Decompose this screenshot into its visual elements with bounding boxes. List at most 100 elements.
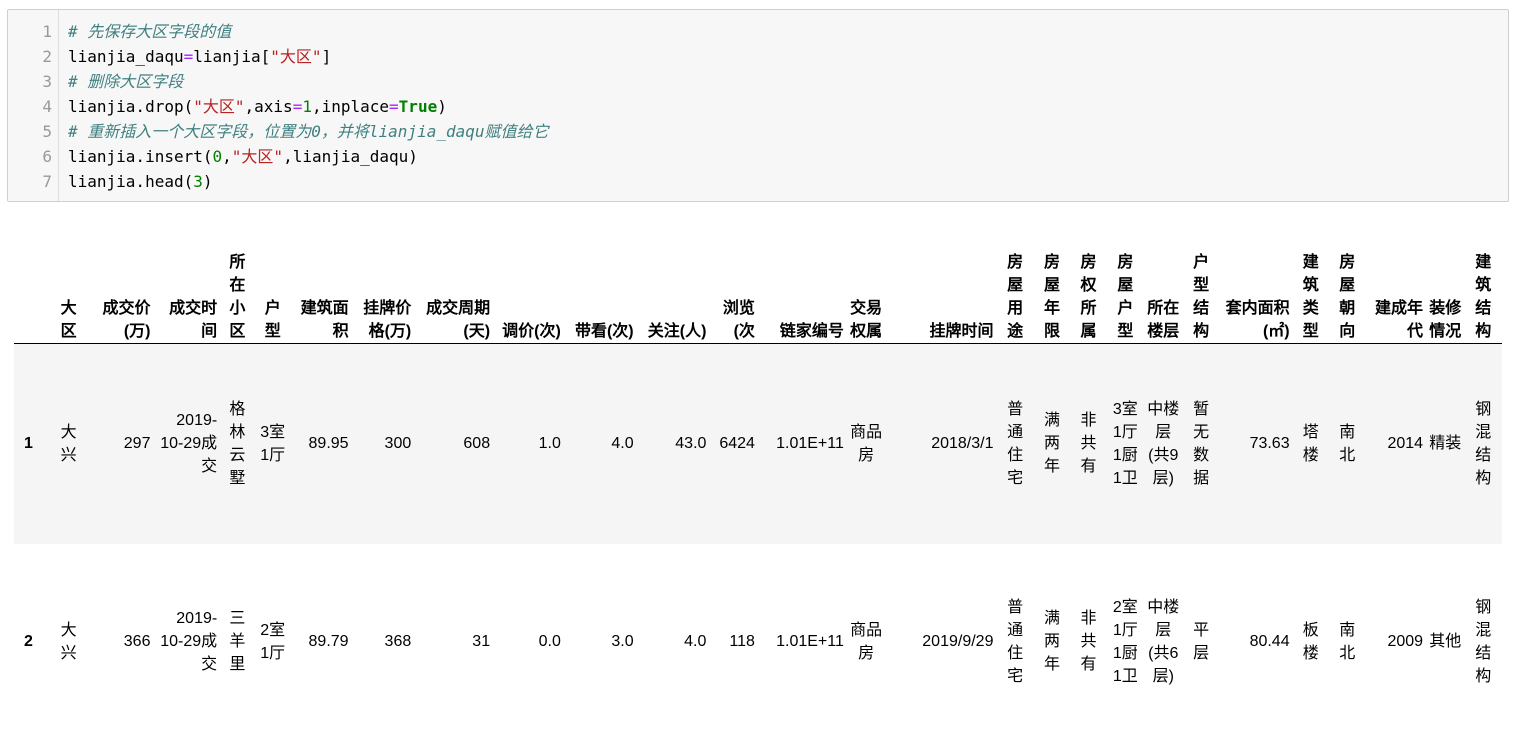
- table-cell: 板楼: [1302, 621, 1319, 662]
- table-cell: 塔楼: [1302, 423, 1319, 464]
- table-cell: 80.44: [1249, 633, 1290, 650]
- code-operator: =: [389, 97, 399, 116]
- column-header: 房屋户型: [1106, 236, 1145, 344]
- column-header: 房屋朝向: [1329, 236, 1366, 344]
- table-cell: 4.0: [611, 435, 634, 453]
- table-cell: 平层: [1193, 621, 1210, 662]
- column-header: 挂牌时间: [885, 236, 997, 344]
- column-header: 大区: [50, 236, 87, 344]
- column-header: 带看(次): [563, 236, 637, 344]
- line-number: 5: [42, 122, 52, 141]
- table-cell: 格林云墅: [229, 400, 246, 487]
- column-header: 户型结构: [1182, 236, 1220, 344]
- code-line-4[interactable]: lianjia.drop("大区",axis=1,inplace=True): [68, 94, 447, 119]
- table-cell: 2009: [1387, 633, 1424, 650]
- dataframe-table: 大区 成交价(万) 成交时间 所在小区 户型 建筑面积 挂牌价格(万) 成交周期…: [14, 236, 1502, 740]
- column-header: 套内面积(㎡): [1219, 236, 1293, 344]
- column-header: 房屋用途: [996, 236, 1034, 344]
- code-token: ): [437, 97, 447, 116]
- column-header: 成交周期(天): [414, 236, 494, 344]
- table-cell: 368: [384, 633, 412, 650]
- table-cell: 297: [123, 435, 151, 453]
- table-cell: 2019/9/29: [922, 633, 994, 650]
- table-cell: 中楼层(共6层): [1147, 598, 1180, 685]
- code-token: ): [202, 172, 213, 191]
- column-header: 房屋年限: [1033, 236, 1071, 344]
- row-index: 1: [24, 434, 33, 452]
- table-cell: 其他: [1429, 633, 1462, 650]
- column-header: 建筑类型: [1292, 236, 1329, 344]
- code-keyword: True: [398, 97, 438, 116]
- code-token: ,: [222, 147, 232, 166]
- table-cell: 大兴: [60, 621, 77, 662]
- code-token: ]: [321, 47, 332, 66]
- column-header: 户型: [254, 236, 291, 344]
- table-cell: 中楼层(共9层): [1147, 400, 1180, 487]
- table-row: 1 大兴 297 2019-10-29成交 格林云墅 3室1厅 89.95 30…: [14, 343, 1502, 544]
- code-line-3[interactable]: # 删除大区字段: [68, 69, 183, 94]
- line-number: 2: [42, 47, 52, 66]
- table-cell: 商品房: [850, 423, 883, 464]
- table-cell: 608: [463, 435, 491, 453]
- column-header: 交易权属: [846, 236, 886, 344]
- table-cell: 366: [123, 633, 151, 650]
- code-string: "大区": [193, 97, 245, 116]
- column-header: 装修情况: [1426, 236, 1465, 344]
- code-token: lianjia.head(: [68, 172, 194, 191]
- table-cell: 73.63: [1249, 435, 1290, 453]
- table-cell: 31: [472, 633, 491, 650]
- table-cell: 2014: [1387, 435, 1424, 453]
- table-cell: 3室1厅1厨1卫: [1112, 400, 1138, 487]
- column-header: 房权所属: [1070, 236, 1107, 344]
- table-cell: 精装: [1429, 435, 1462, 453]
- code-token: lianjia.insert(: [68, 147, 213, 166]
- column-header: 建成年代: [1365, 236, 1427, 344]
- table-cell: 钢混结构: [1475, 598, 1492, 685]
- table-cell: 1.01E+11: [776, 435, 844, 453]
- column-header: 所在楼层: [1144, 236, 1183, 344]
- table-cell: 2018/3/1: [931, 435, 994, 453]
- code-line-7[interactable]: lianjia.head(3): [68, 169, 213, 194]
- code-line-6[interactable]: lianjia.insert(0,"大区",lianjia_daqu): [68, 144, 418, 169]
- table-cell: 3室1厅: [260, 423, 286, 464]
- table-cell: 普通住宅: [1007, 400, 1024, 487]
- table-cell: 南北: [1339, 423, 1356, 464]
- table-cell: 大兴: [60, 423, 77, 464]
- column-header: 所在小区: [220, 236, 255, 344]
- table-row: 2 大兴 366 2019-10-29成交 三羊里 2室1厅 89.79 368…: [14, 543, 1502, 740]
- table-cell: 钢混结构: [1475, 400, 1492, 487]
- table-cell: 43.0: [675, 435, 707, 453]
- code-number: 0: [212, 147, 223, 166]
- table-cell: 暂无数据: [1193, 400, 1210, 487]
- code-token: lianjia_daqu: [68, 47, 184, 66]
- table-cell: 1.0: [538, 435, 561, 453]
- table-cell: 商品房: [850, 621, 883, 662]
- table-cell: 满两年: [1044, 412, 1061, 476]
- table-cell: 普通住宅: [1007, 598, 1024, 685]
- code-token: ,axis: [244, 97, 293, 116]
- code-line-5[interactable]: # 重新插入一个大区字段，位置为0，并将lianjia_daqu赋值给它: [68, 119, 549, 144]
- code-comment: # 重新插入一个大区字段，位置为0，并将lianjia_daqu赋值给它: [68, 122, 549, 141]
- line-number-gutter: 1 2 3 4 5 6 7: [8, 10, 59, 201]
- code-input-cell[interactable]: 1 2 3 4 5 6 7 # 先保存大区字段的值 lianjia_daqu=l…: [7, 9, 1509, 202]
- table-cell: 6424: [719, 435, 755, 453]
- column-header: 关注(人): [636, 236, 710, 344]
- table-cell: 南北: [1339, 621, 1356, 662]
- table-cell: 300: [384, 435, 412, 453]
- code-line-1[interactable]: # 先保存大区字段的值: [68, 19, 231, 44]
- table-cell: 3.0: [611, 633, 634, 650]
- line-number: 4: [42, 97, 52, 116]
- cell-output: 大区 成交价(万) 成交时间 所在小区 户型 建筑面积 挂牌价格(万) 成交周期…: [14, 236, 1502, 741]
- code-comment: # 删除大区字段: [68, 72, 184, 91]
- column-header: 成交价(万): [86, 236, 154, 344]
- table-cell: 0.0: [538, 633, 561, 650]
- line-number: 3: [42, 72, 52, 91]
- table-cell: 2室1厅1厨1卫: [1112, 598, 1138, 685]
- code-line-2[interactable]: lianjia_daqu=lianjia["大区"]: [68, 44, 331, 69]
- index-header: [14, 236, 51, 344]
- column-header: 成交时间: [153, 236, 221, 344]
- table-cell: 118: [729, 633, 755, 650]
- code-number: 3: [193, 172, 203, 191]
- code-token: lianjia.drop(: [68, 97, 194, 116]
- code-comment: # 先保存大区字段的值: [68, 22, 232, 41]
